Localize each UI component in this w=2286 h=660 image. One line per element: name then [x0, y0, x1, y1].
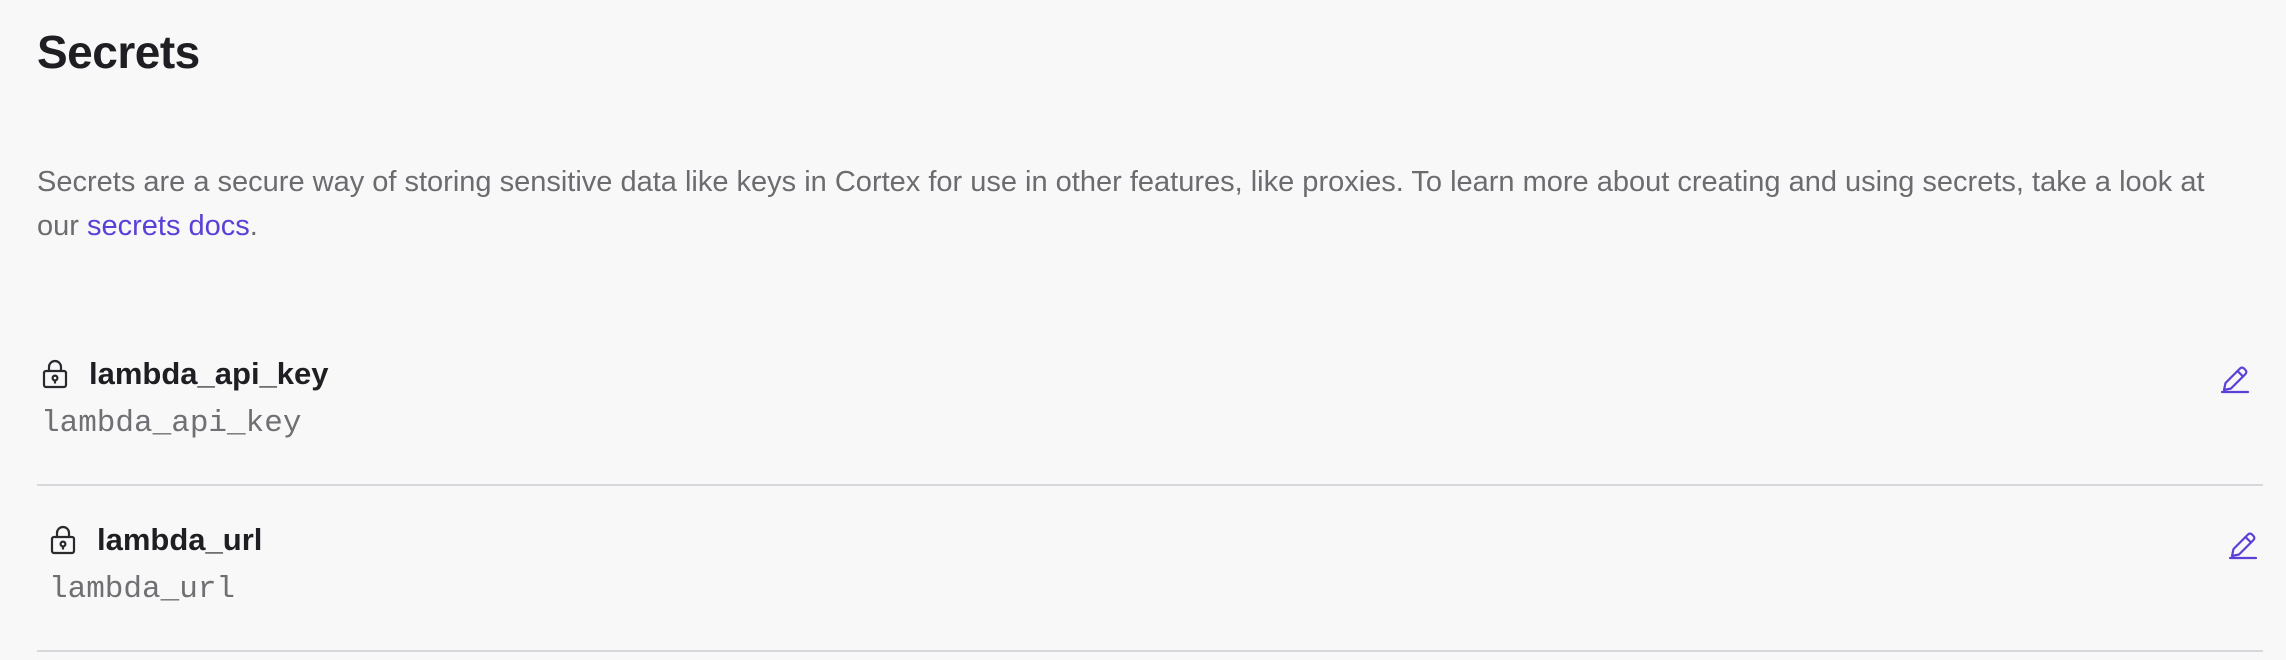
secrets-list: lambda_api_key lambda_api_key lambda_url…: [37, 320, 2263, 652]
secrets-description: Secrets are a secure way of storing sens…: [37, 160, 2237, 248]
secret-row: lambda_url lambda_url: [37, 486, 2263, 652]
edit-secret-button[interactable]: [2223, 526, 2263, 566]
pencil-icon: [2226, 532, 2260, 565]
secret-key: lambda_api_key: [41, 406, 302, 441]
lock-icon: [41, 359, 69, 389]
lock-icon: [49, 525, 77, 555]
secret-row: lambda_api_key lambda_api_key: [37, 320, 2263, 486]
secret-name-line: lambda_api_key: [41, 354, 329, 394]
edit-secret-button[interactable]: [2215, 360, 2255, 400]
secret-key: lambda_url: [49, 572, 236, 607]
secrets-page: Secrets Secrets are a secure way of stor…: [0, 0, 2286, 660]
pencil-icon: [2218, 366, 2252, 399]
page-title: Secrets: [37, 26, 200, 78]
description-text: Secrets are a secure way of storing sens…: [37, 166, 2205, 242]
secrets-docs-link[interactable]: secrets docs: [87, 210, 250, 242]
secret-name: lambda_url: [97, 522, 263, 557]
secret-name-line: lambda_url: [49, 520, 262, 560]
description-end: .: [249, 210, 258, 242]
secret-name: lambda_api_key: [89, 356, 329, 391]
